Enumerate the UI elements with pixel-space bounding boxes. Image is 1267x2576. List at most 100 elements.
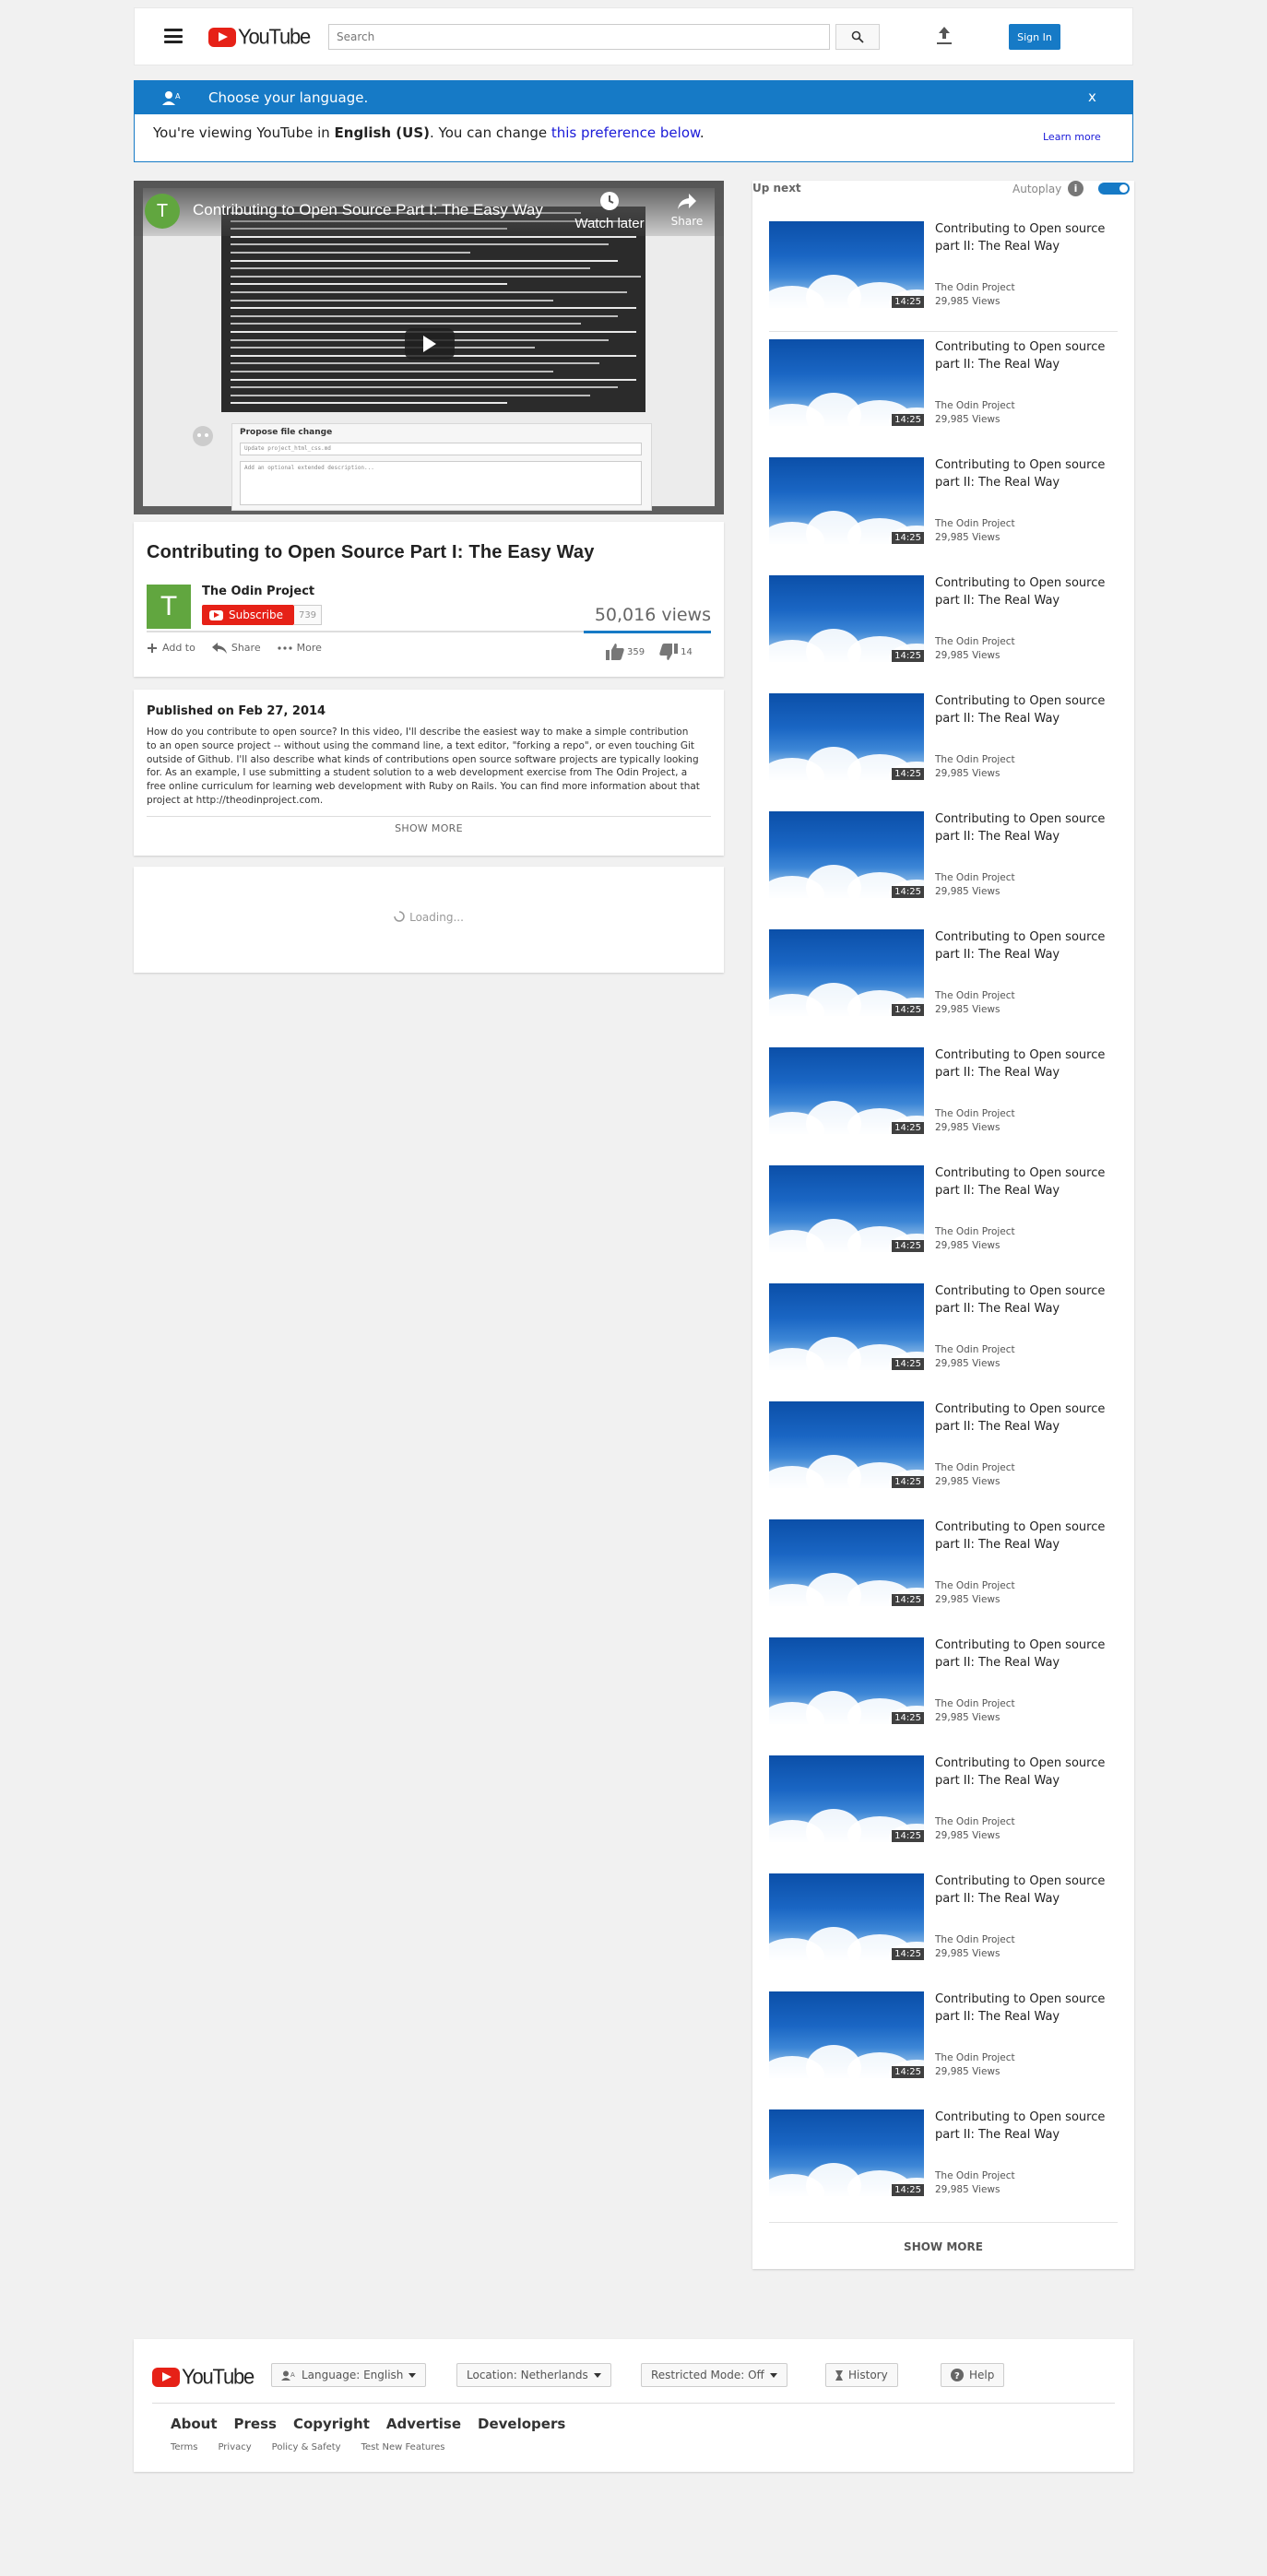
related-video-item[interactable]: 14:25 Contributing to Open source part II… [769,325,1118,443]
related-video-item[interactable]: 14:25 Contributing to Open source part II… [769,2095,1118,2213]
related-video-title[interactable]: Contributing to Open source part II: The… [935,1165,1110,1200]
guide-menu-icon[interactable] [164,29,183,43]
logo-text: YouTube [182,2364,255,2389]
related-video-title[interactable]: Contributing to Open source part II: The… [935,1047,1110,1082]
watch-later-button[interactable]: Watch later [565,190,654,231]
add-to-button[interactable]: Add to [147,642,195,654]
autoplay-toggle[interactable] [1098,183,1130,195]
related-video-item[interactable]: 14:25 Contributing to Open source part II… [769,1623,1118,1741]
video-thumbnail[interactable]: 14:25 [769,1637,924,1724]
related-video-item[interactable]: 14:25 Contributing to Open source part II… [769,1741,1118,1859]
video-thumbnail[interactable]: 14:25 [769,2109,924,2196]
show-more-related-button[interactable]: SHOW MORE [752,2240,1134,2253]
policy-safety-link[interactable]: Policy & Safety [272,2442,341,2452]
related-video-item[interactable]: 14:25 Contributing to Open source part II… [769,207,1118,325]
related-video-item[interactable]: 14:25 Contributing to Open source part II… [769,1151,1118,1269]
related-video-views: 29,985 Views [935,768,1001,779]
related-video-title[interactable]: Contributing to Open source part II: The… [935,221,1110,256]
learn-more-link[interactable]: Learn more [1043,131,1101,143]
player-title[interactable]: Contributing to Open Source Part I: The … [193,201,543,219]
video-thumbnail[interactable]: 14:25 [769,1283,924,1370]
related-video-views: 29,985 Views [935,886,1001,897]
related-video-item[interactable]: 14:25 Contributing to Open source part II… [769,1977,1118,2095]
youtube-logo[interactable]: YouTube [208,24,311,49]
video-player[interactable]: Propose file change Update project_html_… [134,181,724,514]
footer-logo[interactable]: YouTube [152,2364,255,2389]
play-button[interactable] [405,328,455,360]
related-video-item[interactable]: 14:25 Contributing to Open source part II… [769,1387,1118,1505]
video-thumbnail[interactable]: 14:25 [769,1165,924,1252]
video-thumbnail[interactable]: 14:25 [769,339,924,426]
help-button[interactable]: ? Help [941,2363,1005,2387]
show-more-description-button[interactable]: SHOW MORE [147,822,711,834]
related-video-title[interactable]: Contributing to Open source part II: The… [935,457,1110,492]
video-thumbnail[interactable]: 14:25 [769,575,924,662]
test-new-features-link[interactable]: Test New Features [361,2442,445,2452]
about-link[interactable]: About [171,2416,218,2432]
info-icon[interactable]: i [1068,181,1083,196]
code-screenshot [221,207,645,412]
upload-icon[interactable] [935,23,953,49]
restricted-mode-picker[interactable]: Restricted Mode: Off [641,2363,787,2387]
terms-link[interactable]: Terms [171,2442,197,2452]
related-video-item[interactable]: 14:25 Contributing to Open source part II… [769,1269,1118,1387]
advertise-link[interactable]: Advertise [386,2416,461,2432]
video-thumbnail[interactable]: 14:25 [769,1401,924,1488]
more-button[interactable]: More [277,642,322,654]
related-video-title[interactable]: Contributing to Open source part II: The… [935,339,1110,374]
related-video-item[interactable]: 14:25 Contributing to Open source part II… [769,443,1118,561]
owner-name[interactable]: The Odin Project [202,585,314,598]
developers-link[interactable]: Developers [478,2416,565,2432]
related-video-title[interactable]: Contributing to Open source part II: The… [935,1401,1110,1436]
related-video-title[interactable]: Contributing to Open source part II: The… [935,575,1110,610]
language-picker[interactable]: A Language: English [271,2363,427,2387]
video-thumbnail[interactable]: 14:25 [769,1991,924,2078]
related-video-title[interactable]: Contributing to Open source part II: The… [935,929,1110,964]
related-video-item[interactable]: 14:25 Contributing to Open source part II… [769,915,1118,1033]
like-button[interactable]: 359 [606,644,645,660]
channel-avatar[interactable]: T [145,194,180,229]
language-banner: A Choose your language. x You're viewing… [134,80,1133,162]
related-video-item[interactable]: 14:25 Contributing to Open source part II… [769,561,1118,679]
related-video-title[interactable]: Contributing to Open source part II: The… [935,2109,1110,2145]
related-video-title[interactable]: Contributing to Open source part II: The… [935,811,1110,846]
preference-link[interactable]: this preference below [551,124,700,141]
video-thumbnail[interactable]: 14:25 [769,1755,924,1842]
search-button[interactable] [835,24,880,50]
copyright-link[interactable]: Copyright [293,2416,370,2432]
search-input[interactable]: Search [328,24,830,50]
video-thumbnail[interactable]: 14:25 [769,693,924,780]
privacy-link[interactable]: Privacy [218,2442,251,2452]
video-thumbnail[interactable]: 14:25 [769,1047,924,1134]
related-video-title[interactable]: Contributing to Open source part II: The… [935,1755,1110,1790]
video-duration: 14:25 [892,1358,924,1370]
related-video-title[interactable]: Contributing to Open source part II: The… [935,1873,1110,1908]
location-picker[interactable]: Location: Netherlands [456,2363,611,2387]
related-video-item[interactable]: 14:25 Contributing to Open source part II… [769,797,1118,915]
related-video-title[interactable]: Contributing to Open source part II: The… [935,1283,1110,1318]
sign-in-button[interactable]: Sign In [1009,24,1060,50]
subscribe-button[interactable]: Subscribe [202,605,294,625]
press-link[interactable]: Press [234,2416,277,2432]
owner-avatar[interactable]: T [147,585,191,629]
close-icon[interactable]: x [1088,89,1096,105]
video-thumbnail[interactable]: 14:25 [769,1873,924,1960]
dislike-button[interactable]: 14 [659,644,693,660]
video-thumbnail[interactable]: 14:25 [769,457,924,544]
video-thumbnail[interactable]: 14:25 [769,1519,924,1606]
related-video-title[interactable]: Contributing to Open source part II: The… [935,1637,1110,1672]
video-thumbnail[interactable]: 14:25 [769,929,924,1016]
svg-text:A: A [175,92,181,100]
history-button[interactable]: History [825,2363,898,2387]
related-video-title[interactable]: Contributing to Open source part II: The… [935,1991,1110,2027]
share-button[interactable]: Share [211,642,261,654]
related-video-title[interactable]: Contributing to Open source part II: The… [935,1519,1110,1554]
related-video-item[interactable]: 14:25 Contributing to Open source part II… [769,1505,1118,1623]
share-button[interactable]: Share [661,190,713,228]
related-video-item[interactable]: 14:25 Contributing to Open source part II… [769,1859,1118,1977]
related-video-title[interactable]: Contributing to Open source part II: The… [935,693,1110,728]
video-thumbnail[interactable]: 14:25 [769,811,924,898]
related-video-item[interactable]: 14:25 Contributing to Open source part II… [769,1033,1118,1151]
video-thumbnail[interactable]: 14:25 [769,221,924,308]
related-video-item[interactable]: 14:25 Contributing to Open source part II… [769,679,1118,797]
